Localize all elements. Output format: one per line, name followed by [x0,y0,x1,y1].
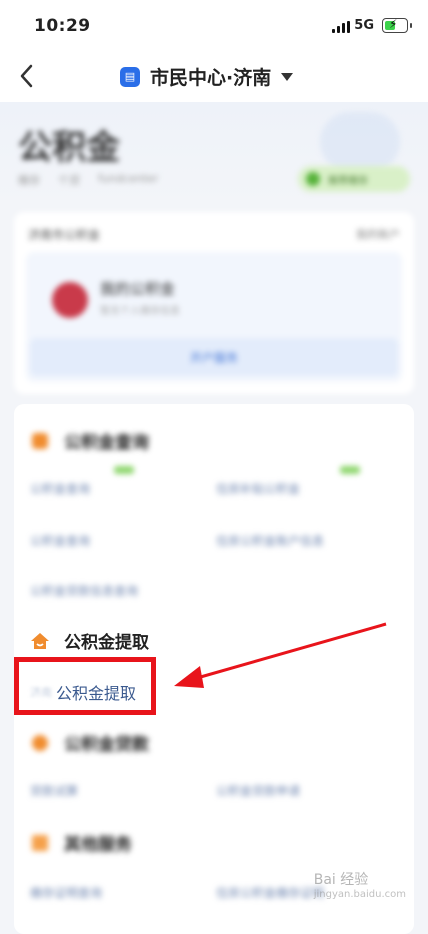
other-icon [32,834,48,851]
account-card: 济南市公积金 我的账户 我的公积金 暂无个人缴存信息 开户服务 [14,212,414,394]
service-link[interactable]: 住房公积金账户信息 [216,532,324,549]
signal-icon [332,21,350,33]
status-bar: 10:29 5G ⚡ [0,0,428,50]
nav-title: 市民中心·济南 [150,67,272,89]
nav-bar: ▤ 市民中心·济南 [0,50,428,102]
loan-icon [32,734,48,751]
account-selector[interactable]: 济南市公积金 [28,226,100,243]
doc-icon: ▤ [120,66,140,87]
service-link[interactable]: 住房补贴公积金 [216,480,300,497]
promo-pill[interactable]: 推荐缴存 [298,166,410,192]
annotation-arrow [174,622,387,688]
service-link[interactable]: 住房公积金缴存证明 [216,884,324,901]
service-link[interactable]: 公积金贷款信息查询 [30,582,138,599]
service-link[interactable]: 公积金查询 [30,480,90,497]
watermark: Bai 经验 jingyan.baidu.com [313,872,406,900]
clock: 10:29 [34,16,91,36]
service-link[interactable]: 公积金贷款申请 [216,782,300,799]
section-loan: 公积金贷款 [30,730,149,755]
section-other: 其他服务 [30,830,132,855]
my-account-link[interactable]: 我的账户 [356,226,400,242]
meta-item: 缴存 [18,174,40,187]
service-link[interactable]: 缴存证明查询 [30,884,102,901]
network-type: 5G [354,18,374,33]
new-badge [340,466,360,474]
city-selector[interactable]: ▤ 市民中心·济南 [120,63,294,90]
new-badge [114,466,134,474]
service-link[interactable]: 公积金查询 [30,532,90,549]
battery-icon: ⚡ [382,17,412,33]
header-meta: 缴存 个贷 fundcenter [18,172,158,188]
house-icon [31,632,49,649]
account-panel: 我的公积金 暂无个人缴存信息 开户服务 [26,252,402,382]
section-withdraw: 公积金提取 [30,628,149,653]
meta-item: 个贷 [58,174,80,187]
caret-down-icon [281,72,294,81]
open-account-button[interactable]: 开户服务 [30,338,398,376]
meta-item: fundcenter [98,172,159,185]
fund-avatar [52,282,88,318]
page-title: 公积金 [18,128,120,168]
section-title: 公积金提取 [64,633,149,653]
fund-sub: 暂无个人缴存信息 [100,306,180,317]
section-query: 公积金查询 [30,428,149,453]
cloud-illustration [320,112,400,172]
query-icon [32,432,48,449]
service-link[interactable]: 贷款试算 [30,782,78,799]
page-header: 公积金 缴存 个贷 fundcenter 推荐缴存 [0,102,428,202]
annotation-box [14,657,156,715]
back-icon[interactable] [14,62,42,90]
fund-name: 我的公积金 [100,280,176,298]
